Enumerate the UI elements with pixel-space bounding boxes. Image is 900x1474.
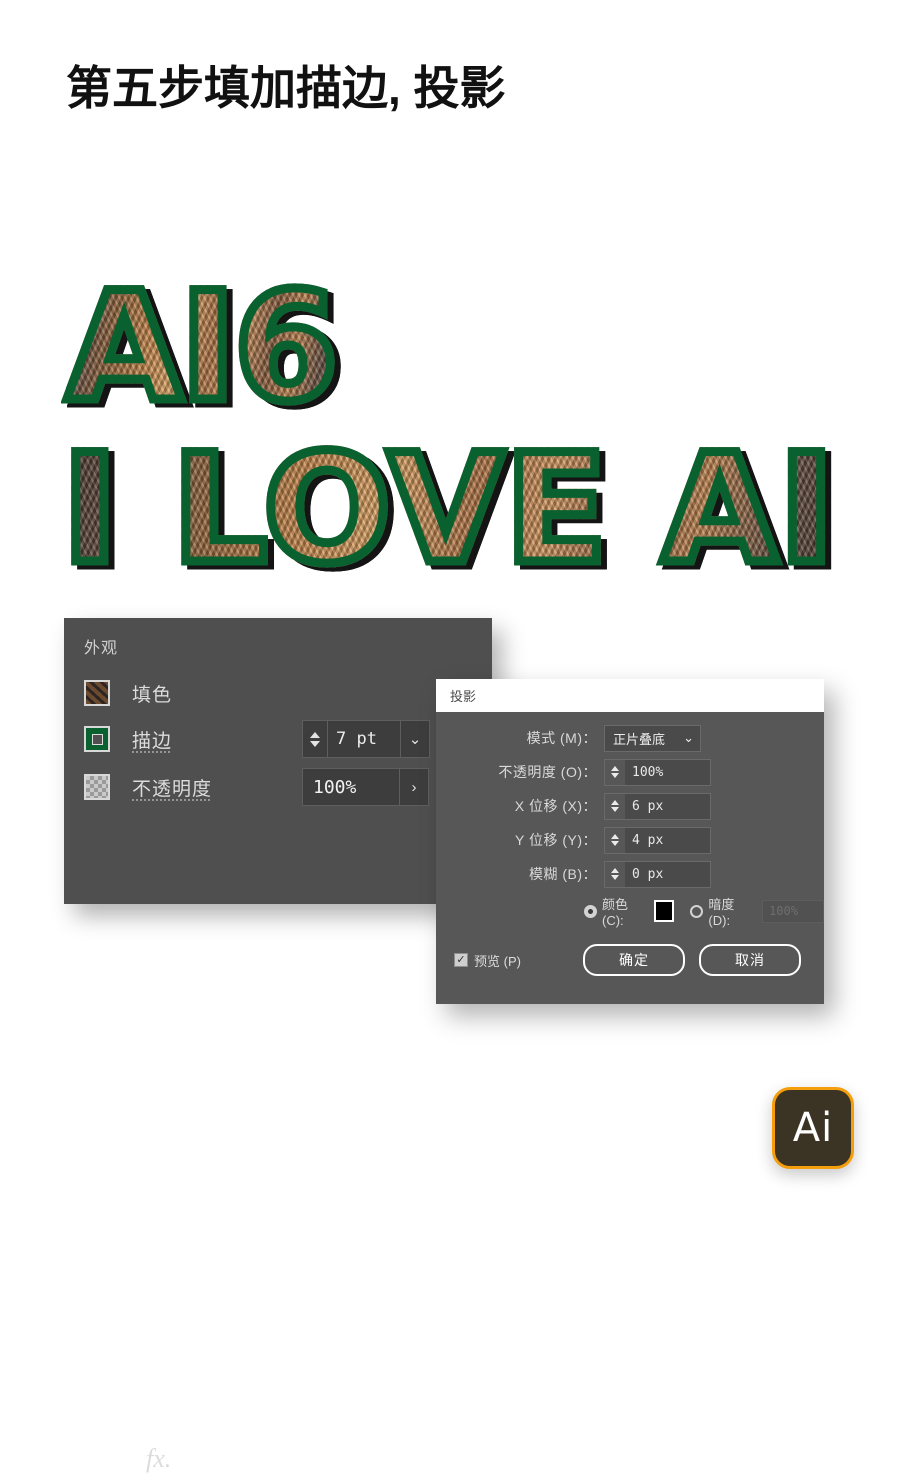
stepper-down-icon[interactable]	[310, 740, 320, 747]
blur-field[interactable]: 0 px	[604, 860, 711, 888]
drop-shadow-dialog[interactable]: 投影 模式 (M)： 正片叠底 ⌄ 不透明度 (O)： 100% X 位移 (X	[436, 679, 824, 1004]
dialog-title: 投影	[450, 689, 477, 704]
chevron-down-icon[interactable]: ⌄	[400, 721, 429, 757]
mode-label: 模式 (M)：	[526, 730, 597, 746]
artwork-line-1-glyphs: AI6	[61, 261, 342, 435]
mode-select-value: 正片叠底	[613, 731, 666, 747]
chevron-down-icon[interactable]: ⌄	[683, 730, 694, 746]
mode-select[interactable]: 正片叠底 ⌄	[604, 724, 701, 752]
fill-swatch-icon[interactable]	[84, 680, 110, 706]
blur-input[interactable]: 0 px	[625, 862, 710, 887]
x-offset-label: X 位移 (X)：	[514, 798, 597, 814]
appearance-panel-title: 外观	[84, 640, 119, 657]
stroke-width-control[interactable]: 7 pt ⌄	[302, 720, 430, 758]
appearance-panel[interactable]: 外观 填色 描边 7 pt ⌄ 不透明度 100% › fx.	[64, 618, 492, 1473]
opacity-input[interactable]: 100%	[303, 769, 399, 805]
stepper-down-icon[interactable]	[611, 807, 619, 812]
x-offset-input[interactable]: 6 px	[625, 794, 710, 819]
stepper-down-icon[interactable]	[611, 841, 619, 846]
dialog-row-mode: 模式 (M)： 正片叠底 ⌄	[436, 722, 824, 754]
illustrator-logo-text: Ai	[792, 1105, 834, 1151]
darkness-radio[interactable]	[690, 904, 704, 918]
artwork-line-2-glyphs: I LOVE AI	[57, 423, 838, 597]
opacity-label: 不透明度 (O)：	[498, 764, 597, 780]
dialog-row-x-offset: X 位移 (X)： 6 px	[436, 790, 824, 822]
cancel-button[interactable]: 取消	[698, 944, 801, 976]
blur-stepper[interactable]	[605, 861, 625, 887]
y-offset-field[interactable]: 4 px	[604, 826, 711, 854]
opacity-control[interactable]: 100% ›	[302, 768, 429, 806]
fx-icon[interactable]: fx.	[146, 1444, 171, 1474]
artwork-text-line-2: I LOVE AI	[57, 423, 838, 597]
stepper-up-icon[interactable]	[611, 868, 619, 873]
dialog-row-color-darkness: 颜色 (C): 暗度 (D): 100%	[584, 894, 824, 928]
appearance-row-stroke[interactable]: 描边	[84, 722, 172, 756]
artwork-text-line-1: AI6	[61, 261, 342, 435]
appearance-row-fill-label: 填色	[132, 684, 173, 706]
opacity-input[interactable]: 100%	[625, 760, 710, 785]
stroke-swatch-icon[interactable]	[84, 726, 110, 752]
dialog-footer: ✓ 预览 (P) 确定 取消	[436, 940, 824, 980]
shadow-color-swatch[interactable]	[653, 900, 675, 922]
stepper-up-icon[interactable]	[310, 731, 320, 738]
appearance-row-fill[interactable]: 填色	[84, 676, 172, 710]
stroke-width-input[interactable]: 7 pt	[328, 721, 400, 757]
stroke-width-stepper[interactable]	[303, 721, 328, 757]
appearance-row-stroke-label[interactable]: 描边	[132, 726, 172, 753]
blur-label: 模糊 (B)：	[528, 866, 597, 882]
artwork-canvas: AI6 I LOVE AI	[0, 265, 900, 595]
illustrator-logo-badge: Ai	[772, 1087, 854, 1169]
preview-checkbox-row[interactable]: ✓ 预览 (P)	[454, 951, 521, 970]
darkness-label: 暗度 (D):	[708, 897, 735, 928]
y-offset-label: Y 位移 (Y)：	[514, 832, 597, 848]
color-radio[interactable]	[584, 904, 597, 918]
darkness-input: 100%	[762, 899, 824, 923]
opacity-stepper[interactable]	[605, 759, 625, 785]
y-offset-stepper[interactable]	[605, 827, 625, 853]
stepper-down-icon[interactable]	[611, 875, 619, 880]
preview-label: 预览 (P)	[474, 953, 521, 969]
y-offset-input[interactable]: 4 px	[625, 828, 710, 853]
appearance-row-opacity-label[interactable]: 不透明度	[132, 774, 212, 801]
appearance-row-opacity[interactable]: 不透明度	[84, 770, 212, 804]
stepper-up-icon[interactable]	[611, 800, 619, 805]
chevron-right-icon[interactable]: ›	[399, 769, 428, 805]
dialog-body: 模式 (M)： 正片叠底 ⌄ 不透明度 (O)： 100% X 位移 (X)：	[436, 712, 824, 1004]
stepper-up-icon[interactable]	[611, 834, 619, 839]
opacity-checkerboard-icon[interactable]	[84, 774, 110, 800]
dialog-titlebar: 投影	[436, 679, 824, 712]
opacity-field[interactable]: 100%	[604, 758, 711, 786]
x-offset-field[interactable]: 6 px	[604, 792, 711, 820]
dialog-row-blur: 模糊 (B)： 0 px	[436, 858, 824, 890]
preview-checkbox[interactable]: ✓	[454, 953, 468, 967]
color-label: 颜色 (C):	[602, 897, 629, 928]
stepper-up-icon[interactable]	[611, 766, 619, 771]
stepper-down-icon[interactable]	[611, 773, 619, 778]
dialog-row-y-offset: Y 位移 (Y)： 4 px	[436, 824, 824, 856]
ok-button[interactable]: 确定	[582, 944, 685, 976]
dialog-row-opacity: 不透明度 (O)： 100%	[436, 756, 824, 788]
page-title: 第五步填加描边, 投影	[66, 62, 506, 114]
x-offset-stepper[interactable]	[605, 793, 625, 819]
